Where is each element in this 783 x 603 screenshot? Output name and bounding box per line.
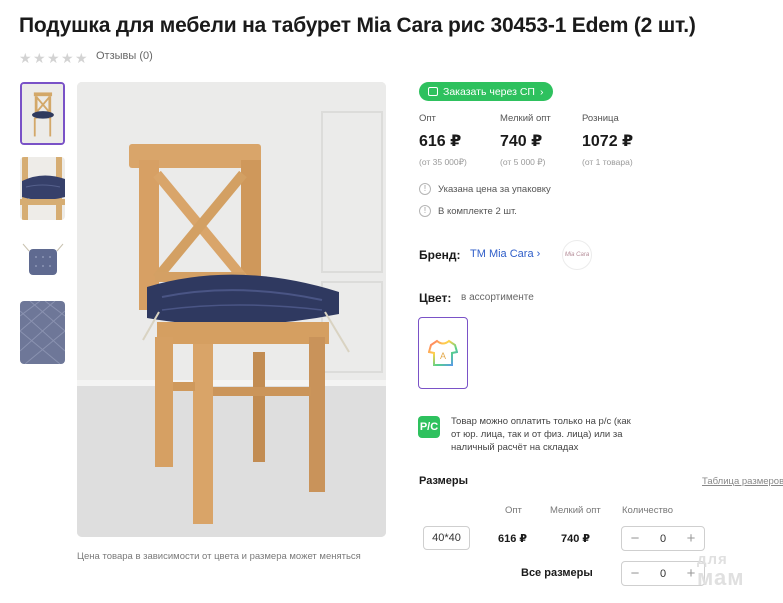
main-product-photo[interactable] xyxy=(77,82,386,537)
info-price-per-pack: ! Указана цена за упаковку xyxy=(419,183,551,195)
swatch-letter: A xyxy=(440,351,446,361)
thumbnail-fabric-pattern[interactable] xyxy=(20,301,65,364)
bank-transfer-icon: Р/С xyxy=(418,416,440,438)
star-icon: ★ xyxy=(47,50,60,66)
price-small-opt: Мелкий опт 740 ₽ (от 5 000 ₽) xyxy=(500,113,580,168)
order-via-sp-label: Заказать через СП xyxy=(443,85,535,98)
chevron-right-icon: › xyxy=(536,248,541,260)
color-swatch-assorted[interactable]: A xyxy=(418,317,468,389)
star-icon: ★ xyxy=(61,50,74,66)
info-icon: ! xyxy=(419,183,431,195)
size-price-small-opt: 740 ₽ xyxy=(561,533,591,545)
price-note: (от 5 000 ₽) xyxy=(500,157,546,167)
brand-logo[interactable]: Mia Cara xyxy=(562,240,592,270)
thumbnail-cushion-flat[interactable] xyxy=(20,229,65,292)
size-option-40x40[interactable]: 40*40 xyxy=(423,526,470,550)
plus-icon[interactable]: + xyxy=(684,529,698,549)
brand-link[interactable]: ТМ Mia Cara › xyxy=(470,248,540,260)
thumbnail-cushion-on-chair[interactable] xyxy=(20,157,65,220)
rating-stars[interactable]: ★ ★ ★ ★ ★ xyxy=(19,50,88,66)
minus-icon[interactable]: − xyxy=(628,529,642,549)
reviews-link[interactable]: Отзывы (0) xyxy=(96,50,153,62)
thumbnail-chair[interactable] xyxy=(20,82,65,145)
product-title: Подушка для мебели на табурет Mia Cara р… xyxy=(19,14,696,37)
star-icon: ★ xyxy=(75,50,88,66)
info-pack-quantity: ! В комплекте 2 шт. xyxy=(419,205,517,217)
info-text: В комплекте 2 шт. xyxy=(438,205,517,217)
tshirt-icon: A xyxy=(428,339,458,366)
brand-label: Бренд: xyxy=(419,248,461,262)
color-label: Цвет: xyxy=(419,291,452,305)
price-label: Розница xyxy=(582,113,619,124)
star-icon: ★ xyxy=(19,50,32,66)
price-opt: Опт 616 ₽ (от 35 000₽) xyxy=(419,113,499,168)
price-retail: Розница 1072 ₽ (от 1 товара) xyxy=(582,113,662,167)
column-header-quantity: Количество xyxy=(622,505,674,516)
column-header-opt: Опт xyxy=(505,505,522,516)
price-note: (от 35 000₽) xyxy=(419,157,467,167)
size-price-opt: 616 ₽ xyxy=(498,533,528,545)
watermark-logo: для мам xyxy=(697,551,745,590)
price-disclaimer: Цена товара в зависимости от цвета и раз… xyxy=(77,551,361,562)
size-table-link[interactable]: Таблица размеров xyxy=(702,476,783,487)
price-value: 616 ₽ xyxy=(419,133,462,150)
price-value: 1072 ₽ xyxy=(582,133,634,150)
brand-name: ТМ Mia Cara xyxy=(470,248,534,260)
payment-note: Товар можно оплатить только на р/с (как … xyxy=(451,416,631,453)
info-icon: ! xyxy=(419,205,431,217)
cart-icon xyxy=(428,87,438,96)
info-text: Указана цена за упаковку xyxy=(438,183,551,195)
price-label: Опт xyxy=(419,113,436,124)
plus-icon[interactable]: + xyxy=(684,564,698,584)
column-header-small-opt: Мелкий опт xyxy=(550,505,601,516)
quantity-stepper[interactable]: − 0 + xyxy=(621,526,705,551)
minus-icon[interactable]: − xyxy=(628,564,642,584)
all-sizes-label: Все размеры xyxy=(521,567,593,579)
price-value: 740 ₽ xyxy=(500,133,543,150)
star-icon: ★ xyxy=(33,50,46,66)
quantity-value[interactable]: 0 xyxy=(660,568,666,580)
color-value: в ассортименте xyxy=(461,292,534,303)
price-label: Мелкий опт xyxy=(500,113,551,124)
quantity-value[interactable]: 0 xyxy=(660,533,666,545)
sizes-label: Размеры xyxy=(419,475,469,487)
order-via-sp-button[interactable]: Заказать через СП › xyxy=(419,82,554,101)
price-note: (от 1 товара) xyxy=(582,157,633,167)
watermark-line2: мам xyxy=(697,565,745,590)
all-sizes-quantity-stepper[interactable]: − 0 + xyxy=(621,561,705,586)
chevron-right-icon: › xyxy=(539,85,544,98)
